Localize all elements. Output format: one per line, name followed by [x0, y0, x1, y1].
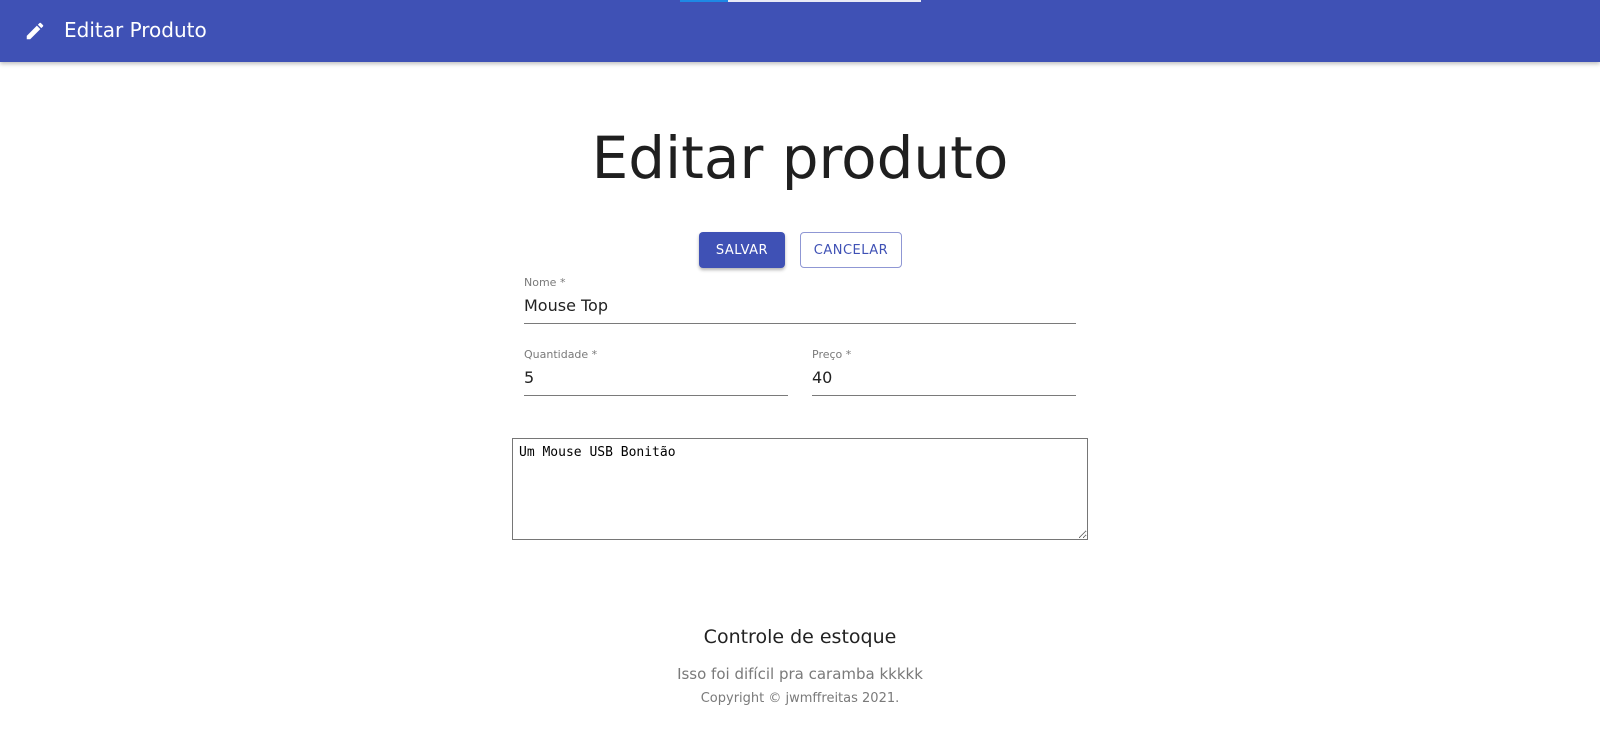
loading-indicator	[680, 0, 728, 2]
page-title: Editar produto	[591, 124, 1009, 192]
price-field[interactable]: Preço *	[812, 348, 1076, 396]
app-bar-title: Editar Produto	[64, 18, 207, 42]
name-field-label: Nome *	[524, 276, 566, 289]
price-input[interactable]	[812, 368, 1076, 388]
cancel-button[interactable]: CANCELAR	[800, 232, 902, 268]
footer-title: Controle de estoque	[703, 626, 897, 648]
save-button[interactable]: SALVAR	[699, 232, 785, 268]
top-app-bar: Editar Produto	[0, 0, 1600, 62]
description-textarea[interactable]: Um Mouse USB Bonitão	[512, 438, 1088, 540]
quantity-field[interactable]: Quantidade *	[524, 348, 788, 396]
quantity-field-label: Quantidade *	[524, 348, 598, 361]
footer-subtitle: Isso foi difícil pra caramba kkkkk	[677, 665, 923, 683]
pencil-icon	[24, 20, 46, 42]
name-input[interactable]	[524, 296, 1076, 316]
loading-indicator-track	[728, 0, 921, 2]
name-field[interactable]: Nome *	[524, 276, 1076, 324]
footer-copyright: Copyright © jwmffreitas 2021.	[700, 691, 900, 706]
price-field-label: Preço *	[812, 348, 852, 361]
quantity-input[interactable]	[524, 368, 788, 388]
